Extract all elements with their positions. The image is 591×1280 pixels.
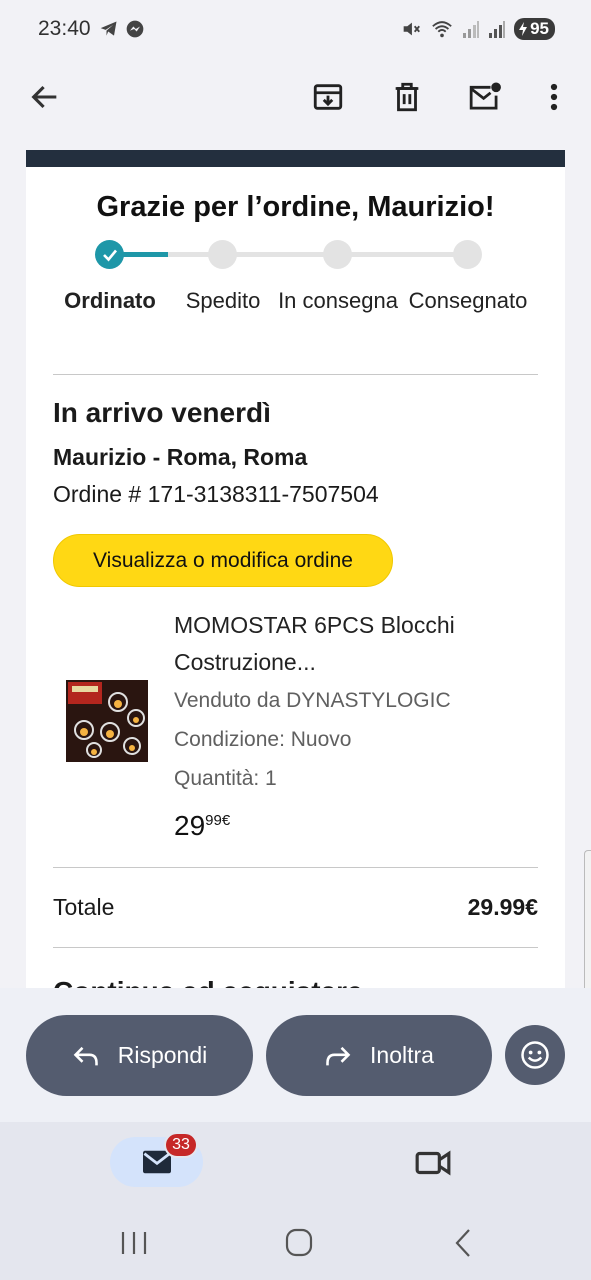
more-options-button[interactable] bbox=[535, 78, 573, 116]
divider bbox=[53, 374, 538, 375]
email-header-strip bbox=[26, 150, 565, 167]
archive-button[interactable] bbox=[309, 78, 347, 116]
mark-unread-button[interactable] bbox=[466, 78, 504, 116]
back-arrow-icon[interactable] bbox=[28, 80, 62, 114]
delete-icon bbox=[395, 82, 419, 112]
signal-icon bbox=[489, 21, 506, 38]
reply-label: Rispondi bbox=[117, 1042, 208, 1068]
divider bbox=[53, 867, 538, 868]
recent-apps-icon[interactable] bbox=[114, 1226, 154, 1260]
product-name[interactable]: MOMOSTAR 6PCS Blocchi Costruzione... bbox=[174, 607, 514, 681]
step-label-spedito: Spedito bbox=[185, 288, 261, 313]
order-confirmation-card: Grazie per l’ordine, Maurizio! Ordinato … bbox=[26, 150, 565, 988]
product-seller: Venduto da DYNASTYLOGIC bbox=[174, 689, 451, 712]
mute-icon bbox=[403, 22, 421, 36]
more-vert-icon bbox=[550, 83, 558, 111]
view-edit-order-button[interactable]: Visualizza o modifica ordine bbox=[53, 534, 393, 587]
step-in-consegna-dot bbox=[323, 240, 352, 269]
status-time: 23:40 bbox=[38, 17, 91, 40]
emoji-reaction-button[interactable] bbox=[505, 1025, 565, 1085]
mark-unread-icon bbox=[469, 82, 501, 110]
messenger-icon bbox=[126, 20, 143, 38]
signal-icon bbox=[463, 21, 480, 38]
checkmark-icon bbox=[102, 249, 117, 261]
reply-icon bbox=[73, 1046, 98, 1065]
system-navigation-bar bbox=[0, 1204, 591, 1280]
email-title: Grazie per l’ordine, Maurizio! bbox=[96, 191, 495, 223]
price-fraction: 99€ bbox=[205, 812, 231, 829]
section-heading-cut-off: Continua ad acquistare bbox=[53, 976, 363, 988]
total-value: 29.99€ bbox=[467, 894, 538, 920]
step-label-in-consegna: In consegna bbox=[278, 288, 398, 313]
forward-button[interactable]: Inoltra bbox=[266, 1015, 492, 1096]
wifi-icon bbox=[432, 21, 452, 38]
shipping-address: Maurizio - Roma, Roma bbox=[53, 444, 308, 470]
delete-button[interactable] bbox=[388, 78, 426, 116]
forward-icon bbox=[326, 1046, 351, 1065]
divider bbox=[53, 947, 538, 948]
order-number: Ordine # 171-3138311-7507504 bbox=[53, 481, 379, 507]
total-label: Totale bbox=[53, 894, 115, 920]
step-spedito-dot bbox=[208, 240, 237, 269]
step-ordinato-dot bbox=[95, 240, 124, 269]
price-main: 29 bbox=[174, 810, 206, 841]
step-label-ordinato: Ordinato bbox=[64, 288, 156, 313]
reply-actions-bar: Rispondi Inoltra bbox=[0, 988, 591, 1122]
unread-count-badge: 33 bbox=[164, 1132, 198, 1158]
telegram-icon bbox=[100, 21, 117, 36]
top-app-bar bbox=[0, 58, 591, 136]
order-progress-tracker: Ordinato Spedito In consegna Consegnato bbox=[26, 238, 565, 350]
forward-label: Inoltra bbox=[370, 1042, 434, 1068]
step-consegnato-dot bbox=[453, 240, 482, 269]
reply-button[interactable]: Rispondi bbox=[26, 1015, 253, 1096]
email-body[interactable]: Grazie per l’ordine, Maurizio! Ordinato … bbox=[0, 150, 591, 988]
product-image[interactable] bbox=[66, 680, 148, 762]
status-bar: 23:40 95 bbox=[0, 0, 591, 58]
product-quantity: Quantità: 1 bbox=[174, 767, 277, 790]
video-call-icon[interactable] bbox=[414, 1144, 452, 1182]
back-nav-icon[interactable] bbox=[444, 1226, 484, 1260]
emoji-icon bbox=[521, 1041, 549, 1069]
battery-icon: 95 bbox=[514, 18, 555, 40]
delivery-date-heading: In arrivo venerdì bbox=[53, 397, 271, 428]
archive-icon bbox=[313, 84, 343, 110]
step-label-consegnato: Consegnato bbox=[408, 288, 528, 313]
product-price: 2999€ bbox=[174, 810, 230, 842]
bottom-navigation: 33 bbox=[0, 1122, 591, 1204]
battery-level: 95 bbox=[530, 19, 549, 38]
home-icon[interactable] bbox=[279, 1226, 319, 1260]
product-condition: Condizione: Nuovo bbox=[174, 728, 352, 751]
